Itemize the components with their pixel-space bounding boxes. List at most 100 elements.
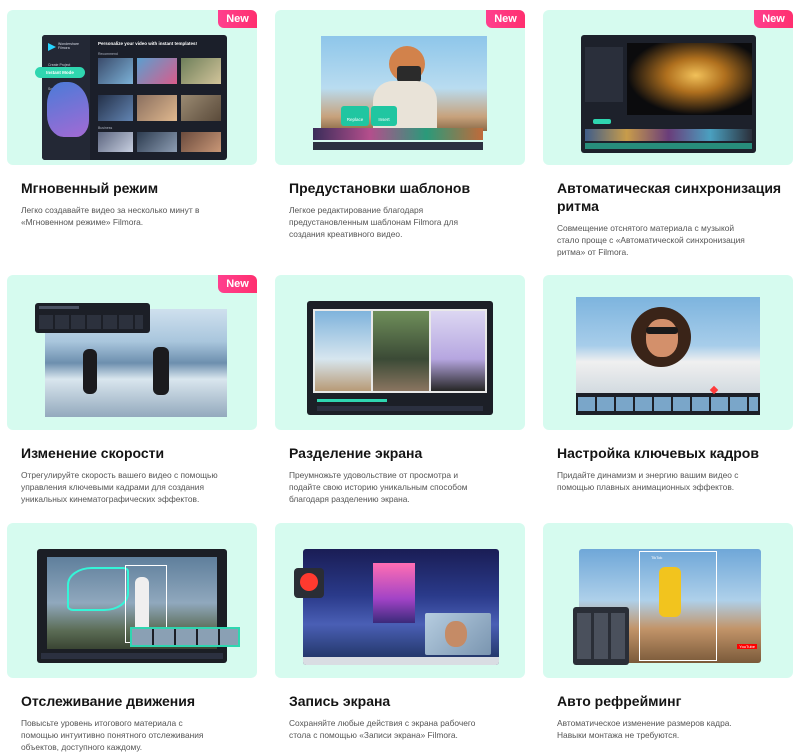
insert-label: Insert xyxy=(378,117,390,122)
keyframe-timeline[interactable] xyxy=(576,393,760,415)
feature-card-screen-recording[interactable]: Запись экрана Сохраняйте любые действия … xyxy=(275,523,525,741)
audio-track[interactable] xyxy=(585,143,752,149)
card-title[interactable]: Авто рефрейминг xyxy=(557,692,782,710)
record-button-icon[interactable] xyxy=(300,573,318,591)
panel-header xyxy=(39,306,79,309)
template-thumb[interactable] xyxy=(137,58,177,84)
template-thumb[interactable] xyxy=(137,95,177,121)
section-recommend: Recommend xyxy=(98,52,118,56)
feature-preview: New xyxy=(543,10,793,165)
app-name: Wondershare Filmora xyxy=(58,42,79,50)
template-thumb[interactable] xyxy=(181,58,221,84)
card-description: Легкое редактирование благодаря предуста… xyxy=(289,205,459,239)
surfer-figure xyxy=(153,347,169,395)
new-badge: New xyxy=(218,10,257,28)
media-panel xyxy=(585,47,623,102)
speed-presets[interactable] xyxy=(39,315,143,329)
feature-preview xyxy=(275,275,525,430)
aspect-ratio-options[interactable] xyxy=(577,613,625,659)
filmora-logo-icon xyxy=(48,43,56,51)
card-description: Придайте динамизм и энергию вашим видео … xyxy=(557,470,739,492)
beat-sync-button[interactable] xyxy=(593,119,611,124)
feature-card-keyframes[interactable]: Настройка ключевых кадров Придайте динам… xyxy=(543,275,793,493)
template-thumb[interactable] xyxy=(98,132,133,152)
split-pane-skater xyxy=(431,311,485,391)
card-title[interactable]: Изменение скорости xyxy=(21,444,246,462)
headline: Personalize your video with instant temp… xyxy=(98,41,198,46)
taskbar[interactable] xyxy=(303,657,499,665)
camera-icon xyxy=(397,66,421,82)
feature-preview xyxy=(543,275,793,430)
progress-bar[interactable] xyxy=(317,399,387,402)
timeline-clips[interactable] xyxy=(585,129,752,141)
card-description: Повысьте уровень итогового материала с п… xyxy=(21,718,204,752)
split-pane-skater xyxy=(315,311,371,391)
feature-preview: New xyxy=(7,275,257,430)
preview-dancer xyxy=(627,43,752,115)
feature-preview: TikTok YouTube xyxy=(543,523,793,678)
feature-card-split-screen[interactable]: Разделение экрана Преумножьте удовольств… xyxy=(275,275,525,505)
feature-card-motion-tracking[interactable]: Отслеживание движения Повысьте уровень и… xyxy=(7,523,257,753)
split-preview xyxy=(313,309,487,393)
new-badge: New xyxy=(218,275,257,293)
card-description: Отрегулируйте скорость вашего видео с по… xyxy=(21,470,218,504)
record-widget[interactable] xyxy=(294,568,324,598)
card-title[interactable]: Разделение экрана xyxy=(289,444,514,462)
card-title[interactable]: Мгновенный режим xyxy=(21,179,246,197)
presenter-face xyxy=(445,621,467,647)
template-thumb[interactable] xyxy=(98,95,133,121)
filmora-window xyxy=(581,35,756,153)
section-business: Business xyxy=(98,126,113,130)
surfer-figure xyxy=(83,349,97,394)
template-thumb[interactable] xyxy=(137,132,177,152)
feature-preview xyxy=(275,523,525,678)
vertical-crop-frame[interactable] xyxy=(639,551,717,661)
feature-card-instant-mode[interactable]: New Wondershare Filmora Create Project S… xyxy=(7,10,257,228)
player-controls[interactable] xyxy=(317,406,483,411)
timeline-strip[interactable] xyxy=(313,128,483,140)
tracking-wings xyxy=(67,567,129,611)
replace-label: Replace xyxy=(346,117,364,122)
feature-card-speed-ramping[interactable]: New Изменение скорости Отрегулируйте ско… xyxy=(7,275,257,505)
card-description: Совмещение отснятого материала с музыкой… xyxy=(557,223,745,257)
card-description: Преумножьте удовольствие от просмотра и … xyxy=(289,470,468,504)
sunglasses-icon xyxy=(646,327,678,334)
card-title[interactable]: Автоматическая синхронизация ритма xyxy=(557,179,782,215)
card-description: Легко создавайте видео за несколько мину… xyxy=(21,205,200,227)
timeline-clips[interactable] xyxy=(578,397,758,411)
neon-street xyxy=(373,563,415,623)
template-thumb[interactable] xyxy=(181,95,221,121)
instant-mode-button[interactable]: Instant Mode xyxy=(35,67,85,78)
new-badge: New xyxy=(754,10,793,28)
webcam-overlay xyxy=(425,613,491,655)
aspect-ratio-panel xyxy=(573,607,629,665)
player-controls[interactable] xyxy=(41,653,223,659)
feature-card-template-presets[interactable]: New Replace Insert Предустановки шаблоно… xyxy=(275,10,525,240)
feature-preview xyxy=(7,523,257,678)
filmora-window xyxy=(307,301,493,415)
new-badge: New xyxy=(486,10,525,28)
insert-button[interactable]: Insert xyxy=(371,106,397,126)
card-description: Сохраняйте любые действия с экрана рабоч… xyxy=(289,718,476,740)
feature-card-beat-sync[interactable]: New Автоматическая синхронизация ритма С… xyxy=(543,10,793,258)
tracking-clip-strip[interactable] xyxy=(130,627,240,647)
card-title[interactable]: Настройка ключевых кадров xyxy=(557,444,782,462)
youtube-label: YouTube xyxy=(737,644,757,649)
timeline-track[interactable] xyxy=(313,142,483,150)
card-title[interactable]: Предустановки шаблонов xyxy=(289,179,514,197)
template-thumb[interactable] xyxy=(181,132,221,152)
card-title[interactable]: Отслеживание движения xyxy=(21,692,246,710)
woman-car-photo xyxy=(576,297,760,405)
feature-card-auto-reframe[interactable]: TikTok YouTube Авто рефрейминг Автоматич… xyxy=(543,523,793,741)
tiktok-label: TikTok xyxy=(651,555,663,560)
speed-panel xyxy=(35,303,150,333)
card-description: Автоматическое изменение размеров кадра.… xyxy=(557,718,732,740)
card-title[interactable]: Запись экрана xyxy=(289,692,514,710)
face xyxy=(646,319,678,357)
split-pane-skater xyxy=(373,311,429,391)
template-thumb[interactable] xyxy=(98,58,133,84)
replace-button[interactable]: Replace xyxy=(341,106,369,126)
desktop-screen xyxy=(303,549,499,665)
character-illustration xyxy=(47,82,89,137)
feature-preview: New Wondershare Filmora Create Project S… xyxy=(7,10,257,165)
